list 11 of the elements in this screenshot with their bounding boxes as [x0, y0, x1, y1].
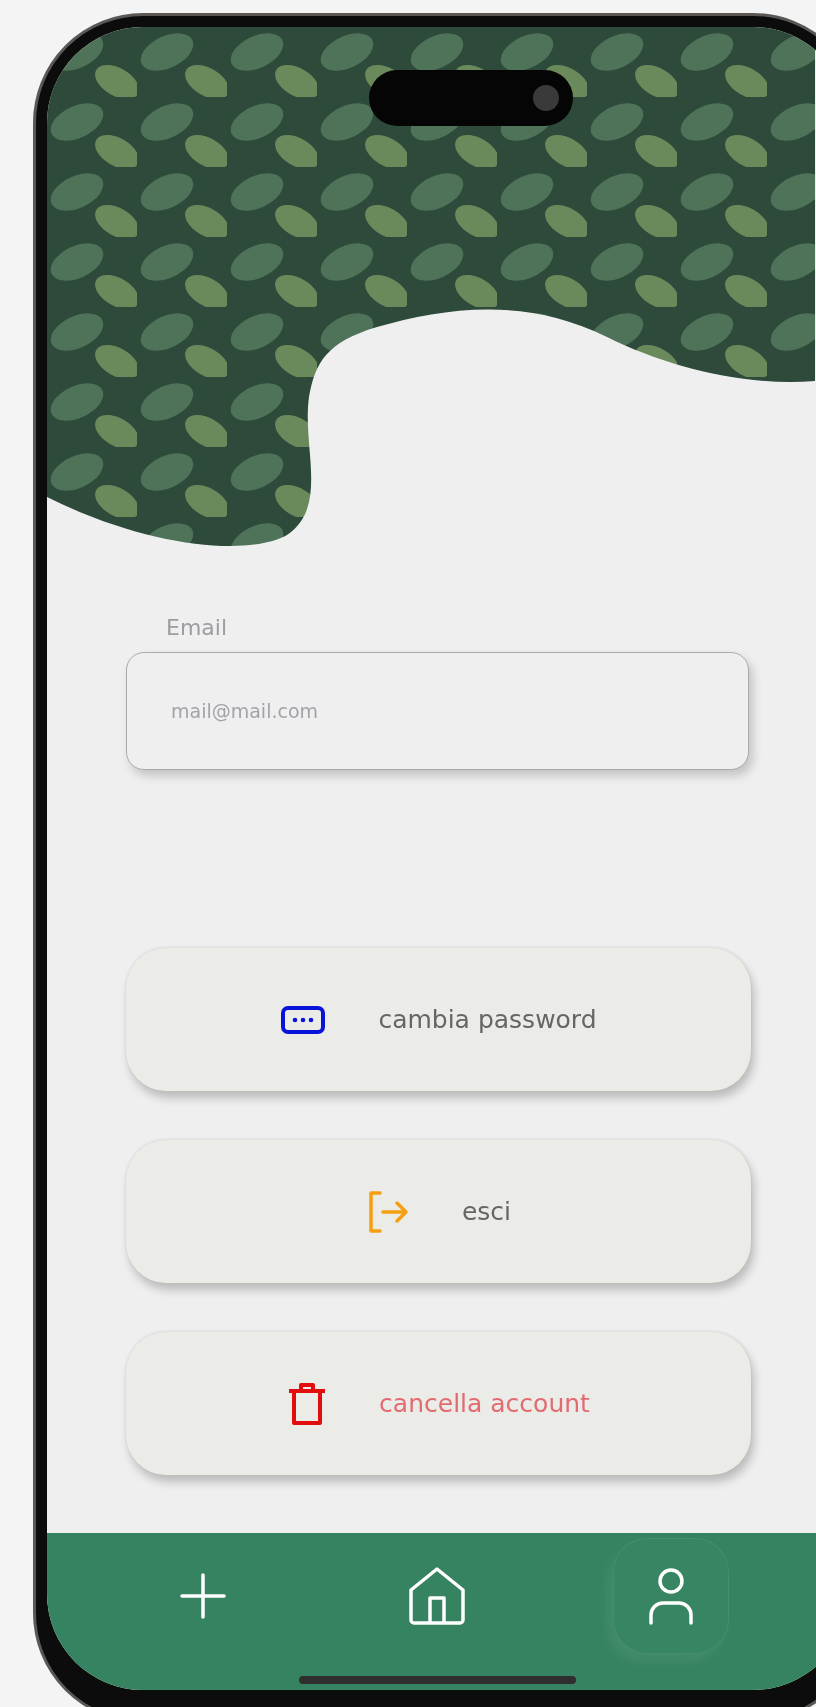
- change-password-button[interactable]: cambia password: [126, 948, 751, 1091]
- profile-tab[interactable]: [613, 1538, 729, 1654]
- trash-icon: [287, 1380, 328, 1427]
- password-dots-icon: [280, 1004, 327, 1035]
- user-icon: [648, 1567, 694, 1625]
- home-icon: [408, 1566, 466, 1626]
- delete-account-button[interactable]: cancella account: [126, 1332, 751, 1475]
- email-field[interactable]: mail@mail.com: [126, 652, 749, 770]
- plus-icon: [180, 1573, 226, 1619]
- email-label: Email: [166, 615, 228, 640]
- logout-button[interactable]: esci: [126, 1140, 751, 1283]
